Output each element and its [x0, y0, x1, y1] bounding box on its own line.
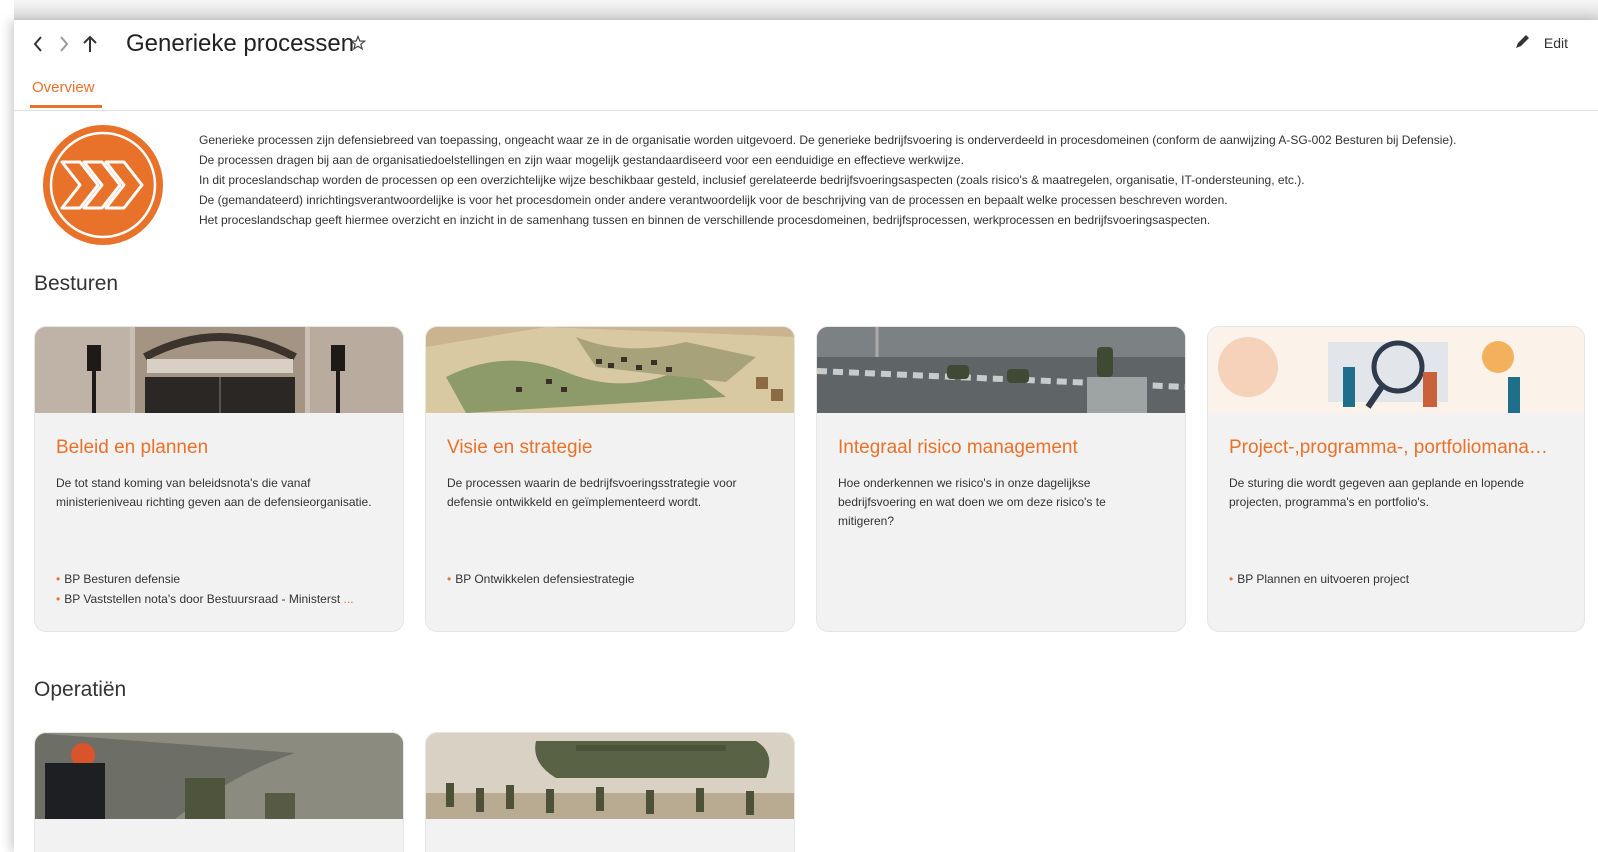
- card-title: Beleid en plannen: [56, 437, 209, 458]
- card-description: De tot stand koming van beleidsnota's di…: [56, 476, 372, 509]
- card-operations-1[interactable]: [34, 732, 404, 852]
- card-process-list: • BP Besturen defensie • BP Vaststellen no…: [56, 569, 386, 609]
- page-title: Generieke processen: [126, 30, 355, 57]
- card-integraal-risico-management[interactable]: Integraal risico management Hoe onderken…: [816, 326, 1186, 632]
- section-title-besturen: Besturen: [34, 272, 119, 295]
- process-link[interactable]: BP Besturen defensie: [64, 572, 180, 586]
- up-arrow-icon[interactable]: [78, 32, 102, 56]
- bullet-icon: •: [56, 592, 61, 606]
- list-item[interactable]: • BP Vaststellen nota's door Bestuursraad…: [56, 589, 386, 609]
- card-description: Hoe onderkennen we risico's in onze dage…: [838, 476, 1106, 528]
- pencil-icon: [1514, 32, 1532, 53]
- card-process-list: • BP Plannen en uitvoeren project: [1229, 569, 1559, 589]
- forward-arrow-icon[interactable]: [54, 32, 74, 56]
- intro-paragraph: In dit proceslandschap worden de process…: [199, 173, 1305, 187]
- process-landscape-logo: [40, 122, 166, 248]
- bullet-icon: •: [1229, 572, 1234, 586]
- app-window: Generieke processen Edit Overview Generi…: [14, 20, 1598, 852]
- card-image-soldiers-cliff: [35, 733, 403, 819]
- bullet-icon: •: [447, 572, 452, 586]
- list-item[interactable]: • BP Besturen defensie: [56, 569, 386, 589]
- card-title: Project-,programma-, portfoliomanagement: [1229, 437, 1551, 458]
- list-item[interactable]: • BP Plannen en uitvoeren project: [1229, 569, 1559, 589]
- tab-bar: Overview: [14, 72, 1598, 111]
- bullet-icon: •: [56, 572, 61, 586]
- card-operations-2[interactable]: [425, 732, 795, 852]
- list-item[interactable]: • BP Ontwikkelen defensiestrategie: [447, 569, 777, 589]
- card-project-programma-portfoliomanagement[interactable]: Project-,programma-, portfoliomanagement…: [1207, 326, 1585, 632]
- card-image-building: [35, 327, 403, 413]
- card-process-list: • BP Ontwikkelen defensiestrategie: [447, 569, 777, 589]
- intro-paragraph: De (gemandateerd) inrichtingsverantwoord…: [199, 193, 1228, 207]
- intro-paragraph: De processen dragen bij aan de organisat…: [199, 153, 964, 167]
- back-arrow-icon[interactable]: [28, 32, 48, 56]
- section-title-operatien: Operatiën: [34, 678, 127, 701]
- card-description: De processen waarin de bedrijfsvoeringss…: [447, 476, 737, 509]
- card-title: Visie en strategie: [447, 437, 593, 458]
- process-link[interactable]: BP Vaststellen nota's door Bestuursraad …: [64, 592, 340, 606]
- favorite-star-icon[interactable]: [349, 34, 367, 51]
- edit-label: Edit: [1543, 34, 1568, 51]
- intro-paragraph: Het proceslandschap geeft hiermee overzi…: [199, 213, 1211, 227]
- card-beleid-en-plannen[interactable]: Beleid en plannen De tot stand koming va…: [34, 326, 404, 632]
- card-image-soldiers-training: [817, 327, 1185, 413]
- card-image-helicopter: [426, 733, 794, 819]
- edit-button[interactable]: Edit: [1514, 32, 1568, 53]
- intro-text: Generieke processen zijn defensiebreed v…: [199, 130, 1579, 230]
- card-image-illustration: [1208, 327, 1584, 413]
- tab-overview[interactable]: Overview: [30, 76, 102, 108]
- process-link[interactable]: BP Plannen en uitvoeren project: [1237, 572, 1409, 586]
- window-top-edge: [14, 0, 1598, 20]
- more-ellipsis[interactable]: ...: [344, 592, 354, 606]
- page-header: Generieke processen Edit: [14, 20, 1598, 70]
- process-link[interactable]: BP Ontwikkelen defensiestrategie: [455, 572, 634, 586]
- card-title: Integraal risico management: [838, 437, 1078, 458]
- card-image-war-map: [426, 327, 794, 413]
- card-description: De sturing die wordt gegeven aan gepland…: [1229, 476, 1524, 509]
- card-visie-en-strategie[interactable]: Visie en strategie De processen waarin d…: [425, 326, 795, 632]
- intro-paragraph: Generieke processen zijn defensiebreed v…: [199, 133, 1457, 147]
